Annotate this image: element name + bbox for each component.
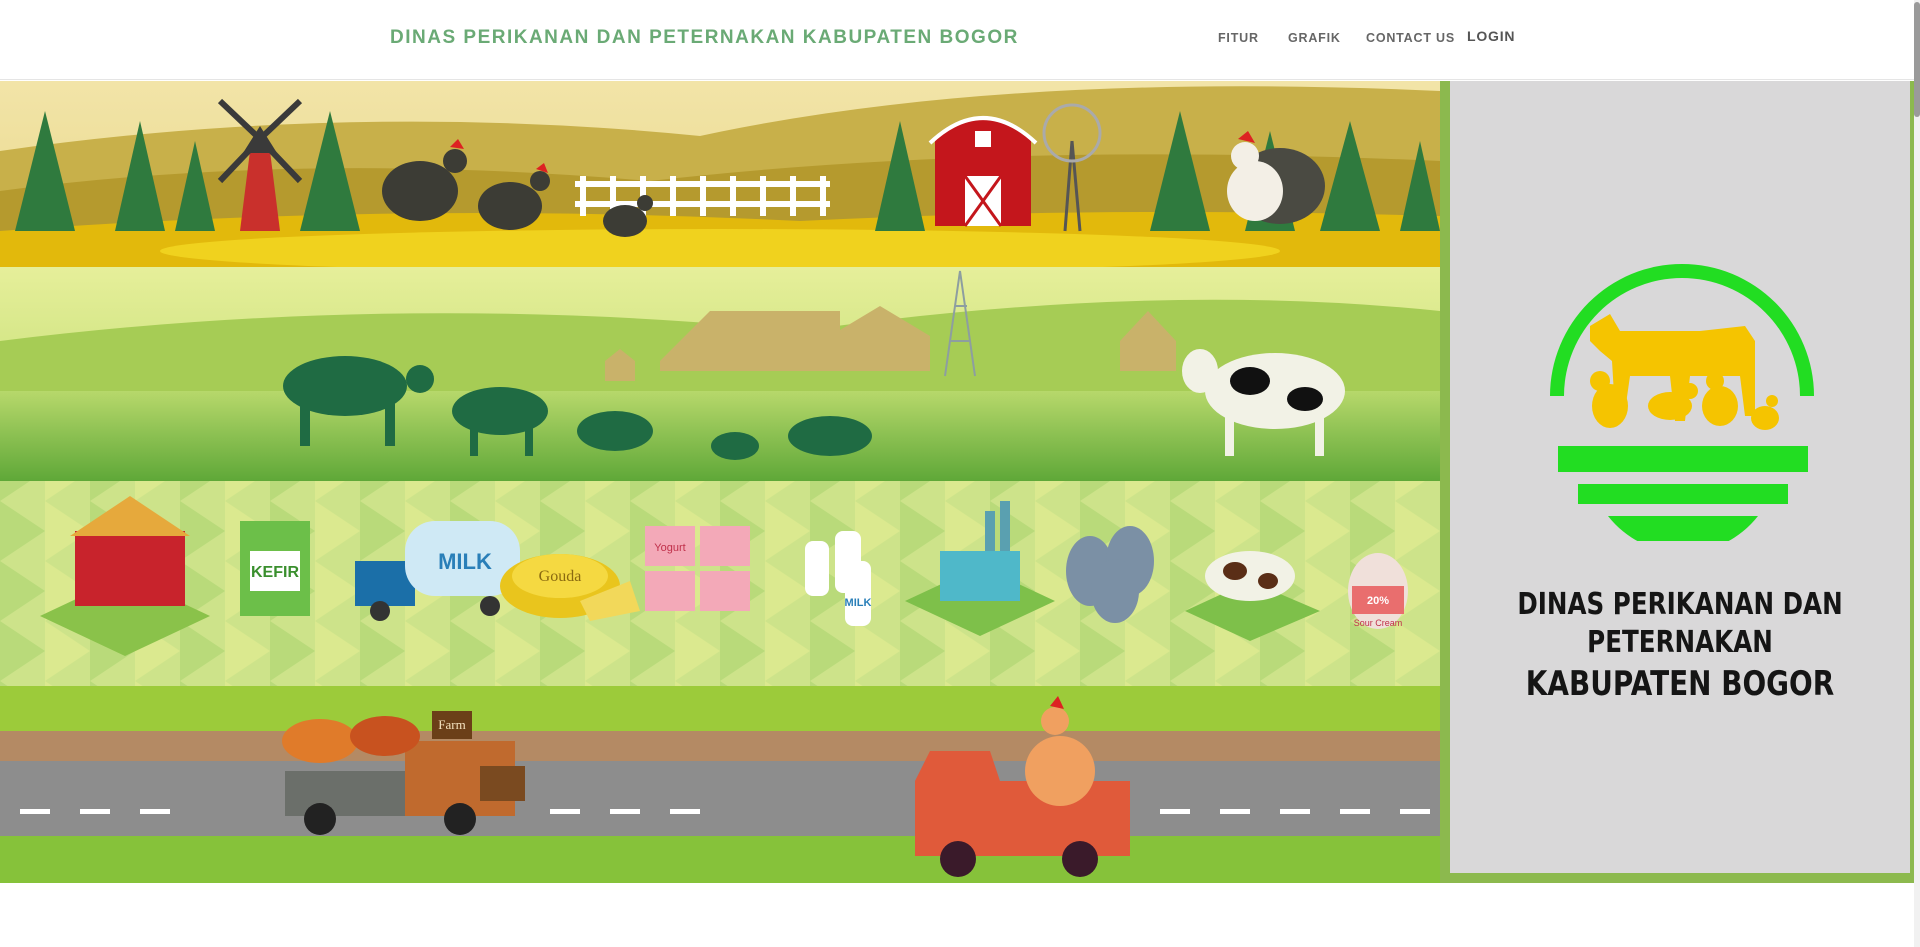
sour-cream-pct: 20%	[1367, 595, 1389, 607]
yogurt-label: Yogurt	[654, 542, 685, 554]
sidebar-title-line1: DINAS PERIKANAN DAN PETERNAKAN	[1517, 587, 1843, 660]
nav-login[interactable]: LOGIN	[1467, 28, 1515, 44]
farm-sign: Farm	[438, 717, 465, 732]
farm-banner-image: KEFIR MILK Gouda Yogurt MILK 20% Sour Cr…	[0, 81, 1440, 883]
sour-cream-label: Sour Cream	[1354, 618, 1403, 628]
scrollbar-thumb[interactable]	[1914, 2, 1920, 117]
cow-pasture-band	[0, 267, 1440, 481]
sidebar-panel: DINAS PERIKANAN DAN PETERNAKAN KABUPATEN…	[1440, 81, 1914, 883]
barn-icon	[928, 116, 1038, 227]
brand-title-link[interactable]: DINAS PERIKANAN DAN PETERNAKAN KABUPATEN…	[390, 27, 1019, 49]
sidebar-inner: DINAS PERIKANAN DAN PETERNAKAN KABUPATEN…	[1450, 81, 1910, 873]
road-band: Farm	[0, 686, 1440, 883]
dairy-products-band: KEFIR MILK Gouda Yogurt MILK 20% Sour Cr…	[0, 481, 1440, 686]
nav-contact-us[interactable]: CONTACT US	[1366, 31, 1455, 45]
sidebar-title-line2: KABUPATEN BOGOR	[1525, 664, 1835, 704]
top-navbar: DINAS PERIKANAN DAN PETERNAKAN KABUPATEN…	[0, 0, 1920, 80]
logo-emblem-icon	[1550, 264, 1814, 541]
kefir-label: KEFIR	[251, 564, 299, 581]
nav-fitur[interactable]: FITUR	[1218, 31, 1259, 45]
rooster-farm-band	[0, 81, 1440, 273]
milk-bottle-label: MILK	[845, 597, 872, 609]
sidebar-agency-title: DINAS PERIKANAN DAN PETERNAKAN KABUPATEN…	[1491, 586, 1868, 706]
nav-grafik[interactable]: GRAFIK	[1288, 31, 1341, 45]
page-scrollbar[interactable]	[1914, 0, 1920, 947]
gouda-label: Gouda	[539, 568, 582, 585]
hero-illustration: KEFIR MILK Gouda Yogurt MILK 20% Sour Cr…	[0, 81, 1440, 883]
milk-tanker-label: MILK	[438, 549, 492, 574]
